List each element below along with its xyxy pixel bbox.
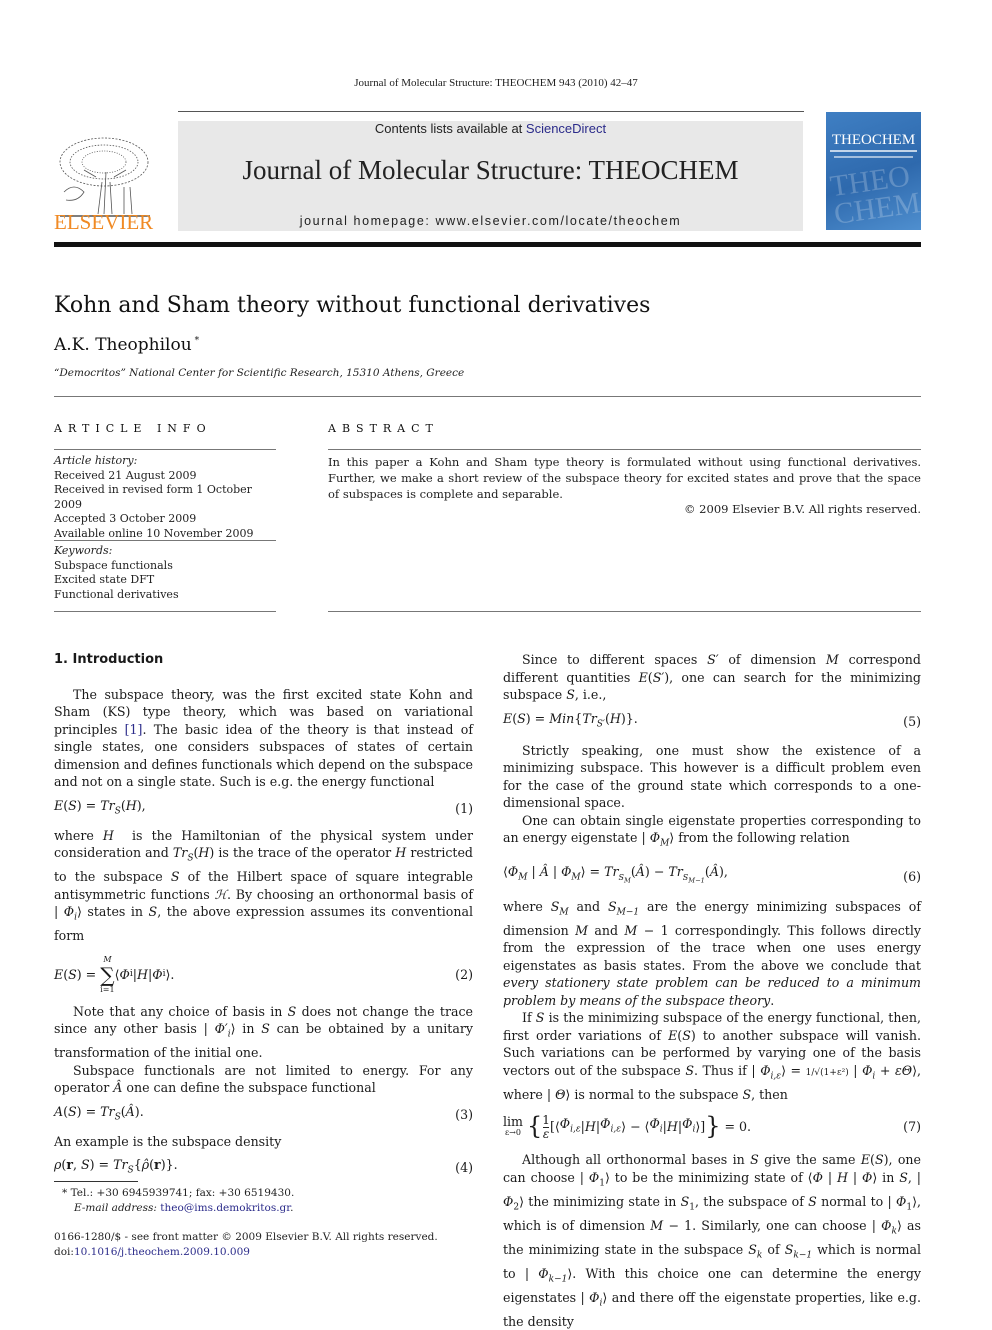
contents-line: Contents lists available at ScienceDirec… xyxy=(178,121,803,136)
equation-body: E(S) = TrS(H), xyxy=(54,797,146,817)
left-column: 1. Introduction The subspace theory, was… xyxy=(54,651,473,1186)
elsevier-wordmark[interactable]: ELSEVIER xyxy=(54,210,153,235)
contents-prefix: Contents lists available at xyxy=(374,121,526,136)
equation-body: ⟨ΦM | Â | ΦM⟩ = TrSM(Â) − TrSM−1(Â), xyxy=(503,864,728,885)
paragraph: Subspace functionals are not limited to … xyxy=(54,1062,473,1096)
article-info-rule xyxy=(54,449,276,450)
paragraph: Strictly speaking, one must show the exi… xyxy=(503,742,921,811)
title-rule xyxy=(54,396,921,397)
doi-line: doi:10.1016/j.theochem.2009.10.009 xyxy=(54,1245,250,1260)
header-rule xyxy=(178,111,804,112)
equation-number: (2) xyxy=(455,966,473,982)
equation-3: A(S) = TrS(Â). (3) xyxy=(54,1103,473,1127)
paragraph: where H is the Hamiltonian of the physic… xyxy=(54,827,473,944)
equation-number: (7) xyxy=(903,1119,921,1135)
paragraph: One can obtain single eigenstate propert… xyxy=(503,812,921,849)
equation-6: ⟨ΦM | Â | ΦM⟩ = TrSM(Â) − TrSM−1(Â), (6) xyxy=(503,863,921,890)
equation-number: (6) xyxy=(903,868,921,884)
abstract-text: In this paper a Kohn and Sham type theor… xyxy=(328,455,921,501)
cover-watermark: THEO CHEM xyxy=(828,159,921,230)
paragraph: Although all orthonormal bases in S give… xyxy=(503,1152,922,1329)
section-heading: 1. Introduction xyxy=(54,652,164,667)
history-received: Received 21 August 2009 xyxy=(54,468,197,482)
paragraph: where SM and SM−1 are the energy minimiz… xyxy=(503,898,921,1008)
history-online: Available online 10 November 2009 xyxy=(54,526,254,540)
paragraph: An example is the subspace density xyxy=(54,1133,282,1149)
equation-body: E(S) = M ∑ i=1 ⟨ Φi | H | Φi ⟩. xyxy=(54,954,175,994)
punct: . xyxy=(770,992,775,1008)
paragraph: Since to different spaces S′ of dimensio… xyxy=(503,652,921,702)
footnote-email: E-mail address: theo@ims.demokritos.gr. xyxy=(74,1201,294,1216)
equation-body: ρ(r, S) = TrS{ρ̂(r)}. xyxy=(54,1157,178,1176)
sciencedirect-link[interactable]: ScienceDirect xyxy=(526,121,606,136)
keyword: Excited state DFT xyxy=(54,573,155,586)
equation-2: E(S) = M ∑ i=1 ⟨ Φi | H | Φi ⟩. (2) xyxy=(54,955,473,995)
equation-7: lim ε→0 {1 ε [⟨ Φi,ε | H | Φi,ε ⟩ − ⟨ Φi | H |… xyxy=(503,1113,921,1141)
abstract-heading: ABSTRACT xyxy=(328,422,439,435)
author-name: A.K. Theophilou xyxy=(54,335,192,355)
equation-body: E(S) = Min{TrS′(H)}. xyxy=(503,710,638,730)
email-label: E-mail address: xyxy=(74,1202,161,1214)
equation-body: A(S) = TrS(Â). xyxy=(54,1103,144,1123)
doi-label: doi: xyxy=(54,1246,74,1258)
paragraph: If S is the minimizing subspace of the e… xyxy=(503,1010,921,1102)
equation-4: ρ(r, S) = TrS{ρ̂(r)}. (4) xyxy=(54,1156,473,1180)
punct: . xyxy=(290,1202,294,1214)
right-column: Since to different spaces S′ of dimensio… xyxy=(503,651,921,1330)
equation-5: E(S) = Min{TrS′(H)}. (5) xyxy=(503,710,921,734)
history-revised: Received in revised form 1 October 2009 xyxy=(54,483,252,511)
abstract-rule xyxy=(328,449,921,450)
keywords: Keywords: Subspace functionals Excited s… xyxy=(54,544,276,602)
journal-cover-image[interactable]: THEOCHEM THEO CHEM xyxy=(826,112,921,230)
cover-title: THEOCHEM xyxy=(831,132,916,148)
footnote-rule xyxy=(54,1181,138,1182)
equation-number: (3) xyxy=(455,1106,473,1122)
history-accepted: Accepted 3 October 2009 xyxy=(54,512,197,525)
abstract-copyright: © 2009 Elsevier B.V. All rights reserved… xyxy=(684,502,921,516)
article-info-bottom-rule xyxy=(54,611,276,612)
history-label: Article history: xyxy=(54,454,138,467)
equation-number: (5) xyxy=(903,713,921,729)
keywords-rule xyxy=(54,540,276,541)
author: A.K. Theophilou * xyxy=(54,335,199,355)
cover-subtitle-line xyxy=(830,150,917,152)
author-footnote-mark[interactable]: * xyxy=(195,336,200,346)
doi-link[interactable]: 10.1016/j.theochem.2009.10.009 xyxy=(74,1246,250,1258)
affiliation: “Democritos” National Center for Scienti… xyxy=(54,367,465,379)
journal-homepage-link[interactable]: journal homepage: www.elsevier.com/locat… xyxy=(178,214,803,228)
equation-number: (4) xyxy=(455,1160,473,1176)
citation-link[interactable]: [1] xyxy=(125,722,143,737)
email-link[interactable]: theo@ims.demokritos.gr xyxy=(160,1202,290,1214)
keyword: Functional derivatives xyxy=(54,587,179,601)
paragraph: Note that any choice of basis in S does … xyxy=(54,1003,473,1061)
keywords-label: Keywords: xyxy=(54,544,113,557)
equation-number: (1) xyxy=(455,800,473,816)
keyword: Subspace functionals xyxy=(54,558,173,572)
header-thick-rule xyxy=(54,242,921,247)
footnote-tel: * Tel.: +30 6945939741; fax: +30 6519430… xyxy=(62,1187,295,1199)
article-title: Kohn and Sham theory without functional … xyxy=(54,293,651,318)
journal-title: Journal of Molecular Structure: THEOCHEM xyxy=(242,155,739,185)
running-head: Journal of Molecular Structure: THEOCHEM… xyxy=(354,77,638,89)
issn-line: 0166-1280/$ - see front matter © 2009 El… xyxy=(54,1231,438,1243)
equation-1: E(S) = TrS(H), (1) xyxy=(54,797,473,821)
article-history: Article history: Received 21 August 2009… xyxy=(54,454,276,541)
cover-subtitle-line xyxy=(834,156,913,158)
emphasis-text: every stationery state problem can be re… xyxy=(503,975,921,1008)
paragraph: The subspace theory, was the first excit… xyxy=(54,686,473,791)
abstract-bottom-rule xyxy=(328,611,921,612)
equation-body: lim ε→0 {1 ε [⟨ Φi,ε | H | Φi,ε ⟩ − ⟨ Φi | H |… xyxy=(503,1112,752,1141)
article-info-heading: ARTICLE INFO xyxy=(54,422,212,435)
